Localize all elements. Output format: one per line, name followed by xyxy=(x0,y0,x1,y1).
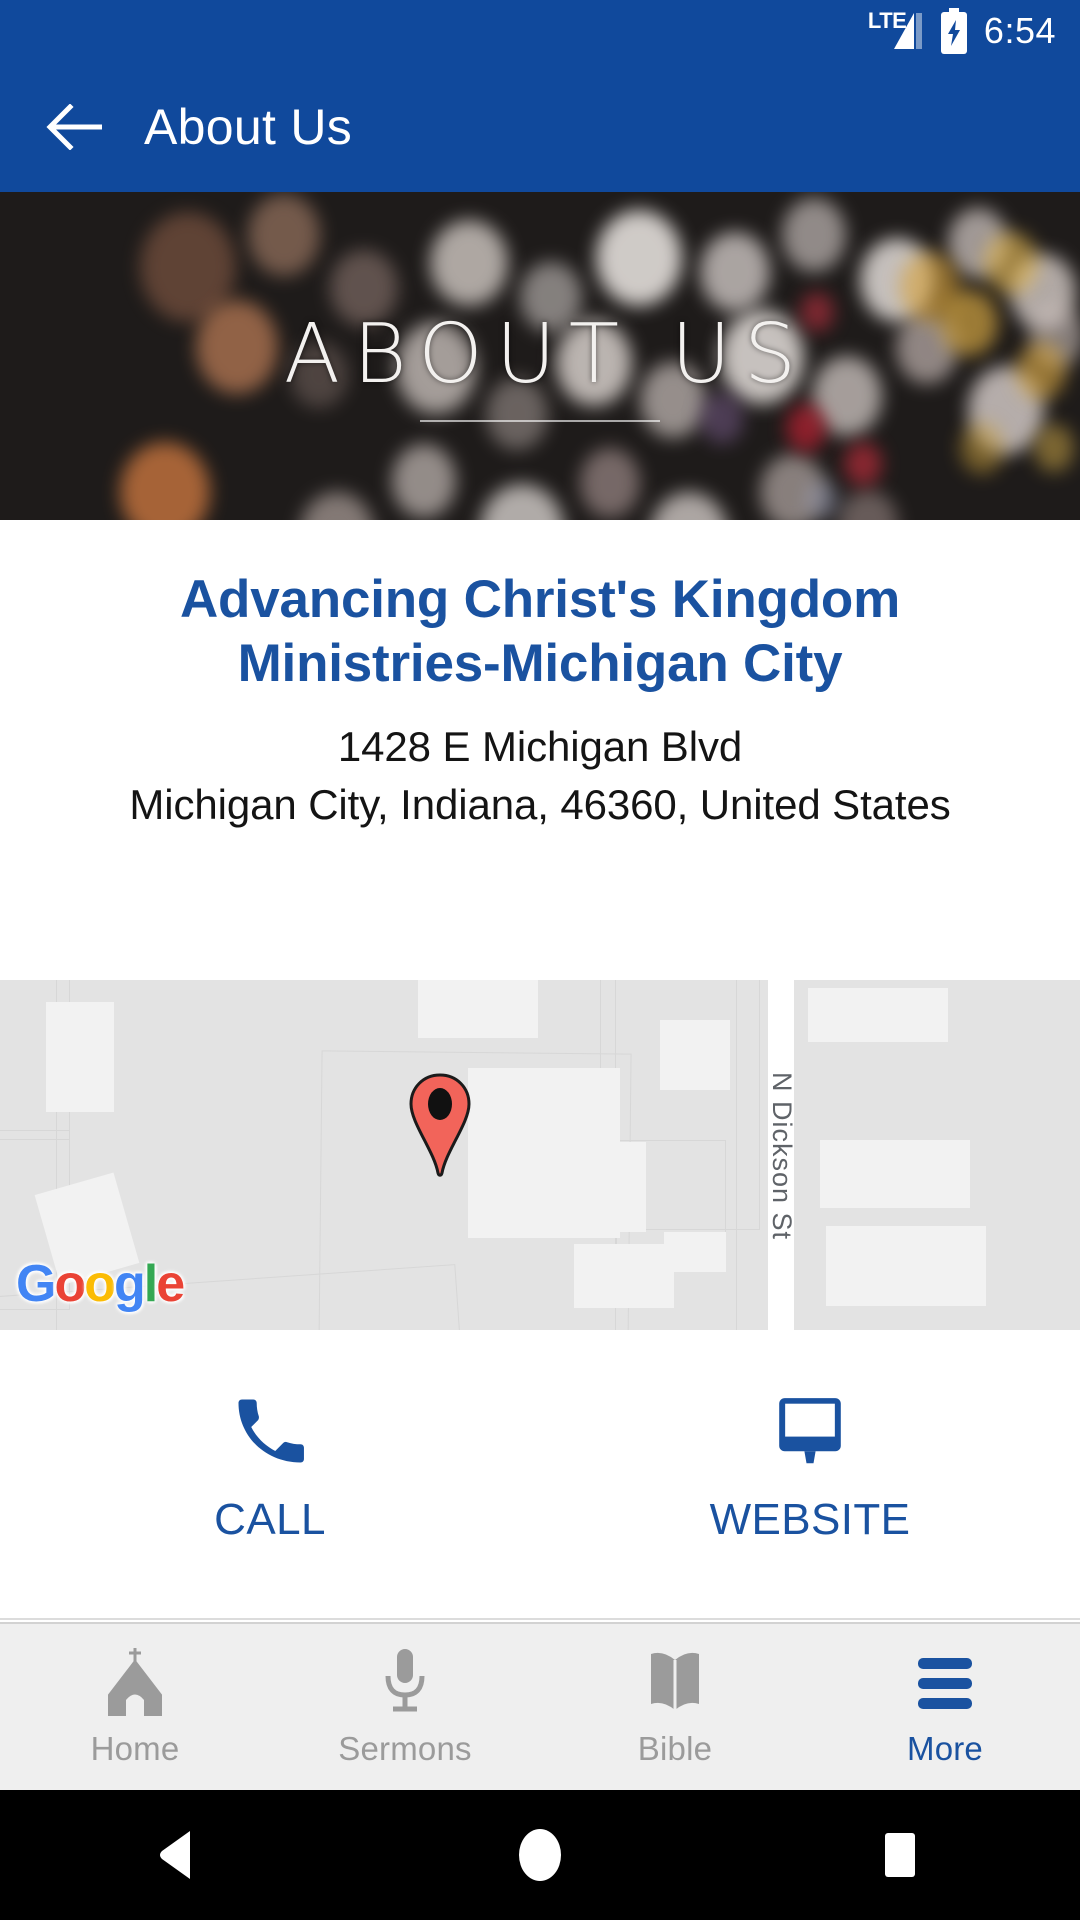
tab-home[interactable]: Home xyxy=(0,1624,270,1790)
google-logo-g1: G xyxy=(16,1255,56,1313)
battery-charging-icon xyxy=(940,8,967,54)
google-logo-o1: o xyxy=(54,1255,86,1313)
monitor-icon xyxy=(779,1398,841,1464)
google-logo-e: e xyxy=(156,1255,185,1313)
home-circle-icon xyxy=(519,1829,561,1881)
google-logo-l: l xyxy=(143,1255,159,1313)
android-back-button[interactable] xyxy=(0,1829,360,1881)
back-button[interactable] xyxy=(44,96,106,158)
website-button[interactable]: WEBSITE xyxy=(540,1389,1080,1559)
google-logo-o2: o xyxy=(84,1255,116,1313)
hero-banner: ABOUT US xyxy=(0,192,1080,520)
microphone-icon xyxy=(366,1646,444,1716)
call-label: CALL xyxy=(214,1495,326,1544)
tab-sermons[interactable]: Sermons xyxy=(270,1624,540,1790)
address-line-2: Michigan City, Indiana, 46360, United St… xyxy=(129,781,951,828)
church-icon xyxy=(96,1646,174,1716)
tab-bible[interactable]: Bible xyxy=(540,1624,810,1790)
page-title: About Us xyxy=(144,99,353,155)
tab-more-label: More xyxy=(907,1730,983,1767)
address-line-1: 1428 E Michigan Blvd xyxy=(337,723,743,770)
map-pin-marker[interactable] xyxy=(407,1073,473,1177)
tab-sermons-label: Sermons xyxy=(338,1730,472,1767)
hero-underline xyxy=(420,420,660,422)
phone-screen: LTE 6:54 About Us ABOUT US Advancing Chr… xyxy=(0,0,1080,1920)
status-bar: LTE 6:54 xyxy=(0,0,1080,62)
back-arrow-icon xyxy=(46,104,102,150)
call-button[interactable]: CALL xyxy=(0,1389,540,1559)
open-book-icon xyxy=(636,1646,714,1716)
android-recents-button[interactable] xyxy=(720,1830,1080,1880)
app-bar: About Us xyxy=(0,62,1080,192)
location-map[interactable]: N Dickson St Google xyxy=(0,980,1080,1330)
hero-title: ABOUT US xyxy=(283,307,810,402)
tab-home-label: Home xyxy=(90,1730,180,1767)
tab-bible-label: Bible xyxy=(637,1730,713,1767)
android-navigation-bar xyxy=(0,1790,1080,1920)
recents-square-icon xyxy=(885,1833,915,1877)
google-logo-g2: g xyxy=(113,1255,146,1313)
organization-info: Advancing Christ's Kingdom Ministries-Mi… xyxy=(0,520,1080,980)
clock-time: 6:54 xyxy=(983,10,1056,51)
street-name-label: N Dickson St xyxy=(767,1072,797,1241)
google-logo: Google xyxy=(16,1254,185,1314)
phone-icon xyxy=(238,1399,304,1463)
website-label: WEBSITE xyxy=(709,1495,911,1544)
hamburger-menu-icon xyxy=(906,1646,984,1716)
hero-caption: ABOUT US xyxy=(0,192,1080,520)
action-row: CALL WEBSITE xyxy=(0,1330,1080,1620)
android-home-button[interactable] xyxy=(360,1827,720,1883)
tab-more[interactable]: More xyxy=(810,1624,1080,1790)
organization-name: Advancing Christ's Kingdom Ministries-Mi… xyxy=(179,570,900,693)
bottom-tab-bar: Home Sermons Bible More xyxy=(0,1622,1080,1790)
back-triangle-icon xyxy=(160,1831,190,1879)
signal-bars-icon: LTE xyxy=(868,9,924,53)
